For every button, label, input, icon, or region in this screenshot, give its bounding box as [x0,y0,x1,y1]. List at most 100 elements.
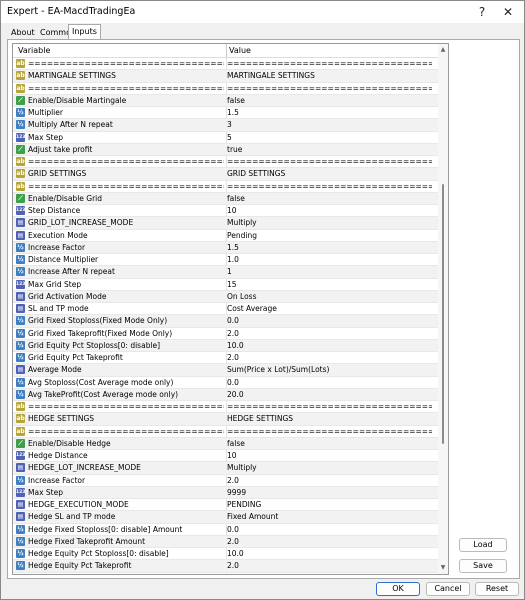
variable-value[interactable]: 10 [227,206,432,215]
help-icon[interactable]: ? [471,3,493,21]
variable-value[interactable]: ========================================… [227,59,432,68]
table-row[interactable]: ½ Hedge Fixed Takeprofit Amount 2.0 [13,535,438,548]
table-row[interactable]: ab HEDGE SETTINGS HEDGE SETTINGS [13,413,438,426]
table-row[interactable]: ▤ Average Mode Sum(Price x Lot)/Sum(Lots) [13,364,438,377]
variable-value[interactable]: 20.0 [227,390,432,399]
scrollbar-thumb[interactable] [442,184,444,444]
table-row[interactable]: ½ Hedge Equity Pct Takeprofit 2.0 [13,560,438,573]
variable-value[interactable]: Sum(Price x Lot)/Sum(Lots) [227,365,432,374]
table-row[interactable]: ½ Hedge Equity Pct Stoploss[0: disable] 10… [13,548,438,561]
table-row[interactable]: ▤ Hedge SL and TP mode Fixed Amount [13,511,438,524]
table-row[interactable]: ⟋ Enable/Disable Grid false [13,192,438,205]
variable-value[interactable]: HEDGE SETTINGS [227,414,432,423]
table-row[interactable]: ▤ SL and TP mode Cost Average [13,303,438,316]
table-row[interactable]: ▤ Execution Mode Pending [13,230,438,242]
table-row[interactable]: ▤ HEDGE_LOT_INCREASE_MODE Multiply [13,462,438,475]
variable-value[interactable]: 0.0 [227,316,432,325]
variable-value[interactable]: 1.0 [227,255,432,264]
table-row[interactable]: ½ Avg Stoploss(Cost Average mode only) 0.0 [13,377,438,389]
variable-value[interactable]: 1.5 [227,108,432,117]
variable-value[interactable]: 5 [227,133,432,142]
scroll-down-icon[interactable]: ▼ [439,564,447,572]
tab-inputs[interactable]: Inputs [68,24,101,40]
table-row[interactable]: ab GRID SETTINGS GRID SETTINGS [13,168,438,181]
column-header-value[interactable]: Value [229,46,251,55]
table-row[interactable]: ½ Distance Multiplier 1.0 [13,254,438,267]
variable-value[interactable]: 1.5 [227,243,432,252]
table-row[interactable]: ½ Increase After N repeat 1 [13,266,438,279]
table-row[interactable]: ▤ Grid Activation Mode On Loss [13,290,438,303]
table-row[interactable]: ½ Avg TakeProfit(Cost Average mode only) 2… [13,388,438,401]
variable-value[interactable]: 10.0 [227,549,432,558]
table-row[interactable]: ab =============================== =======… [13,401,438,414]
table-row[interactable]: 123 Max Step 5 [13,132,438,144]
variable-value[interactable]: ========================================… [227,84,432,93]
variable-value[interactable]: ========================================… [227,402,432,411]
variable-value[interactable]: 0.0 [227,525,432,534]
tab-about[interactable]: About [7,25,39,39]
table-row[interactable]: 123 Max Step 9999 [13,486,438,499]
table-row[interactable]: ½ Multiplier 1.5 [13,107,438,120]
cancel-button[interactable]: Cancel [426,582,470,596]
table-row[interactable]: ½ Grid Equity Pct Stoploss[0: disable] 10.… [13,339,438,352]
table-row[interactable]: 123 Hedge Distance 10 [13,450,438,463]
table-row[interactable]: ⟋ Enable/Disable Martingale false [13,94,438,107]
variable-value[interactable]: ========================================… [227,157,432,166]
variable-value[interactable]: Cost Average [227,304,432,313]
reset-button[interactable]: Reset [475,582,519,596]
table-row[interactable]: 123 Step Distance 10 [13,205,438,218]
table-row[interactable]: 123 Max Grid Step 15 [13,279,438,291]
variable-value[interactable]: 1 [227,267,432,276]
variable-value[interactable]: false [227,194,432,203]
scroll-up-icon[interactable]: ▲ [439,46,447,54]
variable-value[interactable]: 0.0 [227,378,432,387]
table-row[interactable]: ½ Increase Factor 2.0 [13,475,438,487]
vertical-scrollbar[interactable]: ▲ ▼ [438,44,448,574]
table-row[interactable]: ½ Grid Fixed Stoploss(Fixed Mode Only) 0.0 [13,315,438,328]
load-button[interactable]: Load [459,538,507,552]
variable-value[interactable]: 2.0 [227,537,432,546]
variable-value[interactable]: 2.0 [227,476,432,485]
column-header-variable[interactable]: Variable [18,46,50,55]
variable-value[interactable]: Multiply [227,218,432,227]
table-row[interactable]: ½ Hedge Fixed Stoploss[0: disable] Amount… [13,524,438,536]
variable-value[interactable]: MARTINGALE SETTINGS [227,71,432,80]
variable-value[interactable]: 10 [227,451,432,460]
table-row[interactable]: ▤ GRID_LOT_INCREASE_MODE Multiply [13,217,438,230]
table-row[interactable]: ab =============================== =======… [13,426,438,438]
save-button[interactable]: Save [459,559,507,573]
table-row[interactable]: ½ Increase Factor 1.5 [13,241,438,254]
ok-button[interactable]: OK [376,582,420,596]
table-row[interactable]: ½ Grid Fixed Takeprofit(Fixed Mode Only) 2… [13,328,438,340]
variable-value[interactable]: 2.0 [227,329,432,338]
close-icon[interactable]: ✕ [497,3,519,21]
variable-value[interactable]: 10.0 [227,341,432,350]
table-row[interactable]: ½ Multiply After N repeat 3 [13,119,438,132]
table-row[interactable]: ▤ HEDGE_EXECUTION_MODE PENDING [13,499,438,512]
variable-value[interactable]: false [227,96,432,105]
variable-value[interactable]: false [227,439,432,448]
variable-value[interactable]: true [227,145,432,154]
table-row[interactable]: ab =============================== =======… [13,156,438,169]
variable-value[interactable]: 9999 [227,488,432,497]
table-row[interactable]: ab =============================== =======… [13,181,438,193]
column-divider[interactable] [226,44,227,58]
variable-value[interactable]: 15 [227,280,432,289]
variable-value[interactable]: PENDING [227,500,432,509]
table-row[interactable]: ab =============================== =======… [13,58,438,71]
variable-value[interactable]: Multiply [227,463,432,472]
table-row[interactable]: ½ Grid Equity Pct Takeprofit 2.0 [13,352,438,365]
table-row[interactable]: ab =============================== =======… [13,83,438,95]
variable-value[interactable]: 3 [227,120,432,129]
variable-value[interactable]: ========================================… [227,427,432,436]
variable-value[interactable]: ========================================… [227,182,432,191]
table-row[interactable]: ⟋ Enable/Disable Hedge false [13,437,438,450]
variable-value[interactable]: 2.0 [227,561,432,570]
variable-value[interactable]: GRID SETTINGS [227,169,432,178]
variable-value[interactable]: On Loss [227,292,432,301]
table-row[interactable]: ab MARTINGALE SETTINGS MARTINGALE SETTINGS [13,70,438,83]
table-row[interactable]: ⟋ Adjust take profit true [13,143,438,156]
variable-value[interactable]: Fixed Amount [227,512,432,521]
variable-value[interactable]: 2.0 [227,353,432,362]
variable-value[interactable]: Pending [227,231,432,240]
